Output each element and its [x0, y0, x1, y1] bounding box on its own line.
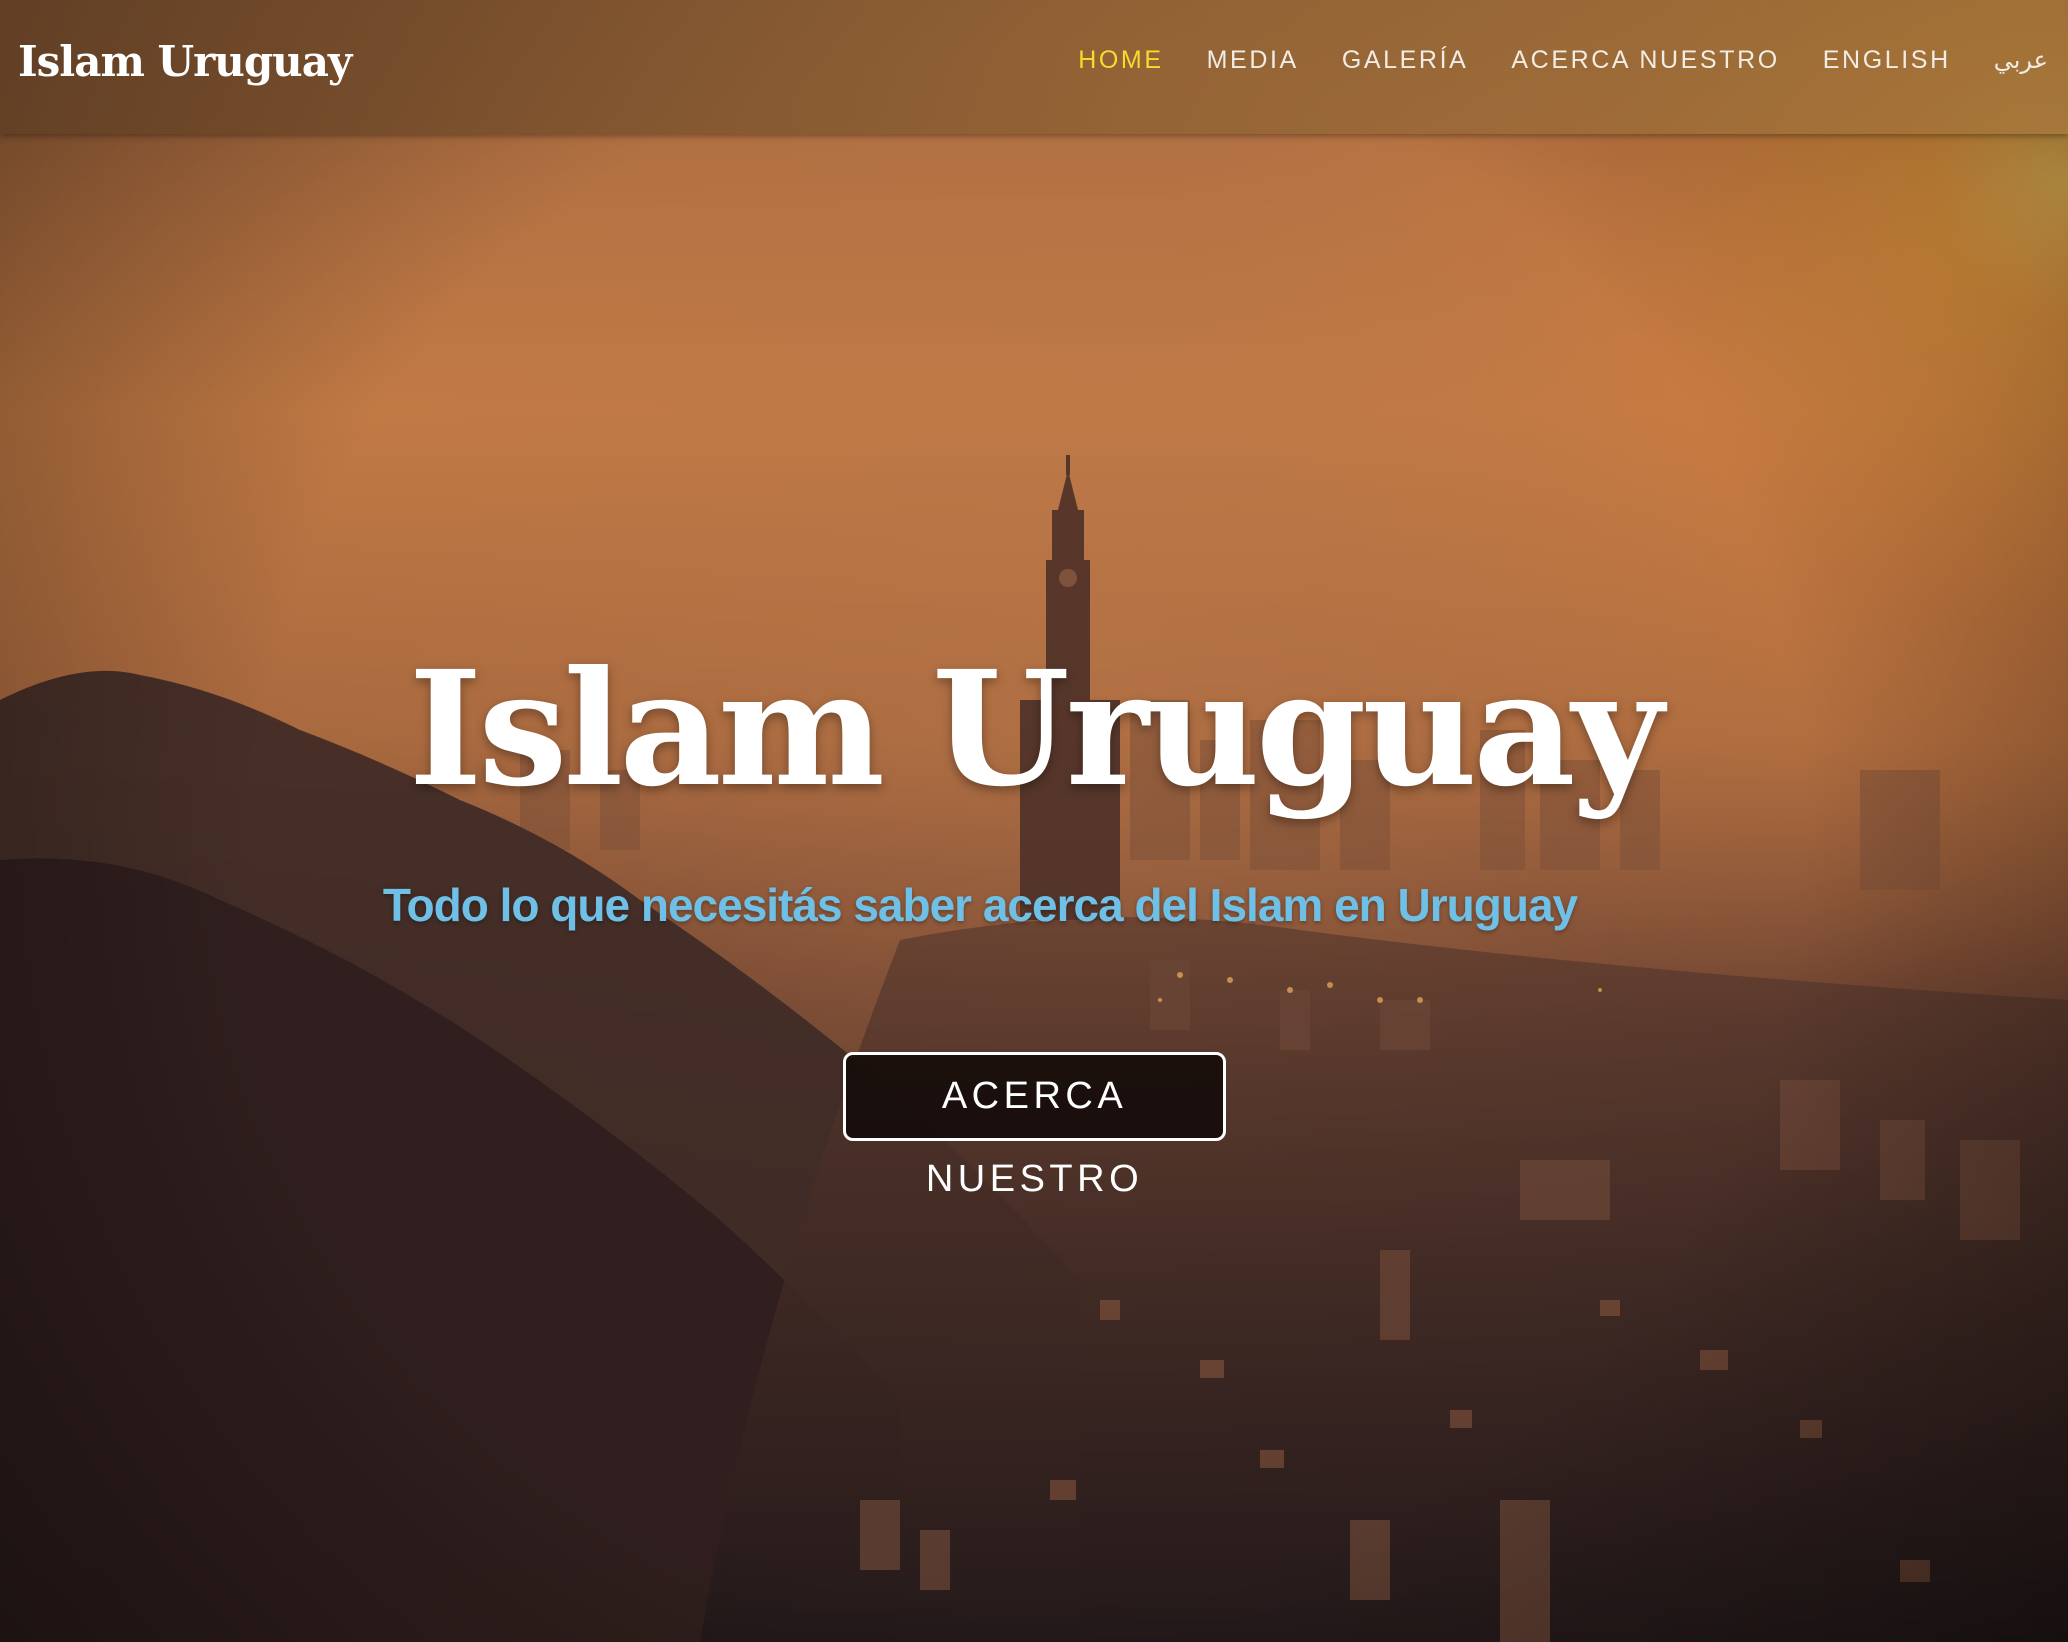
nav-home[interactable]: HOME	[1078, 40, 1163, 80]
nav-acerca-nuestro[interactable]: ACERCA NUESTRO	[1511, 40, 1779, 80]
brand-logo-link[interactable]: Islam Uruguay	[18, 34, 352, 90]
nav-arabic[interactable]: عربي	[1994, 40, 2048, 80]
hero-title: Islam Uruguay	[408, 637, 1664, 822]
nav-media[interactable]: MEDIA	[1207, 40, 1299, 80]
nav-galeria[interactable]: GALERÍA	[1342, 40, 1469, 80]
hero-subtitle: Todo lo que necesitás saber acerca del I…	[382, 879, 1578, 931]
acerca-nuestro-button[interactable]: ACERCA NUESTRO	[843, 1052, 1226, 1200]
nav-english[interactable]: ENGLISH	[1823, 40, 1951, 80]
main-nav: HOME MEDIA GALERÍA ACERCA NUESTRO ENGLIS…	[1035, 40, 2048, 80]
top-navbar: Islam Uruguay HOME MEDIA GALERÍA ACERCA …	[0, 0, 2068, 134]
page: Islam Uruguay HOME MEDIA GALERÍA ACERCA …	[0, 0, 2068, 1642]
